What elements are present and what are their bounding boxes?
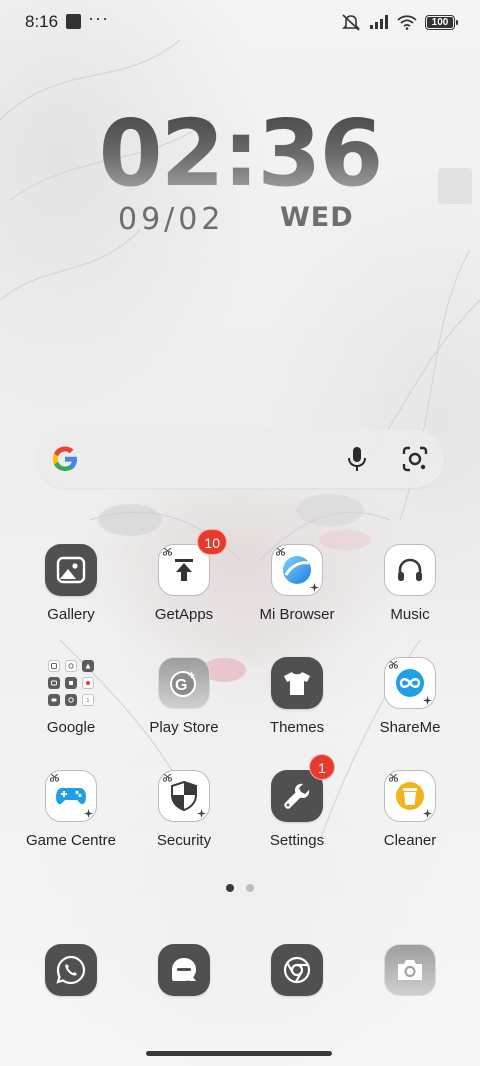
app-music[interactable]: Music — [355, 544, 465, 623]
app-gallery[interactable]: Gallery — [16, 544, 126, 623]
battery-icon: 100 — [425, 14, 458, 30]
getapps-icon: 10 — [158, 529, 227, 596]
more-dots-icon: ··· — [88, 8, 109, 28]
gamepad-icon — [45, 770, 97, 822]
app-play-store[interactable]: G + Play Store — [129, 657, 239, 736]
app-label: Play Store — [149, 719, 219, 736]
google-logo-icon — [53, 446, 77, 471]
app-label: Cleaner — [383, 832, 437, 849]
chrome-icon[interactable] — [271, 944, 323, 996]
notification-badge: 1 — [309, 754, 335, 780]
tshirt-icon — [271, 657, 323, 709]
app-cleaner[interactable]: Cleaner — [355, 770, 465, 849]
messages-icon[interactable] — [158, 944, 210, 996]
svg-text:G: G — [175, 677, 187, 694]
clock-time[interactable]: 02:36 — [0, 100, 480, 207]
app-getapps[interactable]: 10 GetApps — [129, 529, 239, 623]
signal-icon — [370, 15, 388, 29]
svg-text:1: 1 — [87, 698, 90, 703]
camera-icon[interactable] — [384, 944, 436, 996]
app-label: Google — [46, 719, 96, 736]
wrench-icon: 1 — [271, 754, 335, 822]
google-search-bar[interactable] — [36, 430, 444, 488]
wifi-icon — [397, 15, 417, 30]
muted-bell-icon — [342, 14, 360, 31]
shield-icon — [158, 770, 210, 822]
microphone-icon[interactable] — [342, 444, 372, 474]
status-time: 8:16 — [25, 12, 59, 31]
app-game-centre[interactable]: Game Centre — [16, 770, 126, 849]
app-label: Security — [156, 832, 212, 849]
app-label: GetApps — [154, 606, 214, 623]
app-google-folder[interactable]: 1 Google — [16, 657, 126, 736]
clock-day: WED — [280, 202, 354, 233]
clock-date: 09/02 — [118, 202, 225, 237]
shareme-icon — [384, 657, 436, 709]
page-dot[interactable] — [246, 884, 254, 892]
headphones-icon — [384, 544, 436, 596]
play-store-icon: G + — [158, 657, 210, 709]
notification-badge: 10 — [197, 529, 227, 555]
app-label: Mi Browser — [259, 606, 335, 623]
page-dot-active[interactable] — [226, 884, 234, 892]
google-folder-icon: 1 — [45, 657, 97, 709]
gallery-icon — [45, 544, 97, 596]
status-bar: 8:16 ··· 100 — [0, 0, 480, 44]
trash-can-icon — [384, 770, 436, 822]
phone-icon[interactable] — [45, 944, 97, 996]
app-label: Themes — [269, 719, 325, 736]
app-label: ShareMe — [379, 719, 441, 736]
home-gesture-bar[interactable] — [146, 1051, 332, 1056]
lens-camera-icon[interactable] — [400, 444, 430, 474]
app-security[interactable]: Security — [129, 770, 239, 849]
app-label: Music — [390, 606, 430, 623]
app-label: Gallery — [47, 606, 95, 623]
app-mi-browser[interactable]: Mi Browser — [242, 544, 352, 623]
svg-text:+: + — [188, 668, 195, 682]
page-indicator[interactable] — [0, 884, 480, 892]
app-label: Game Centre — [25, 832, 117, 849]
mi-browser-icon — [271, 544, 323, 596]
app-shareme[interactable]: ShareMe — [355, 657, 465, 736]
battery-level: 100 — [431, 16, 449, 28]
app-label: Settings — [269, 832, 325, 849]
notification-square-icon — [66, 14, 81, 29]
app-themes[interactable]: Themes — [242, 657, 352, 736]
app-settings[interactable]: 1 Settings — [242, 754, 352, 849]
